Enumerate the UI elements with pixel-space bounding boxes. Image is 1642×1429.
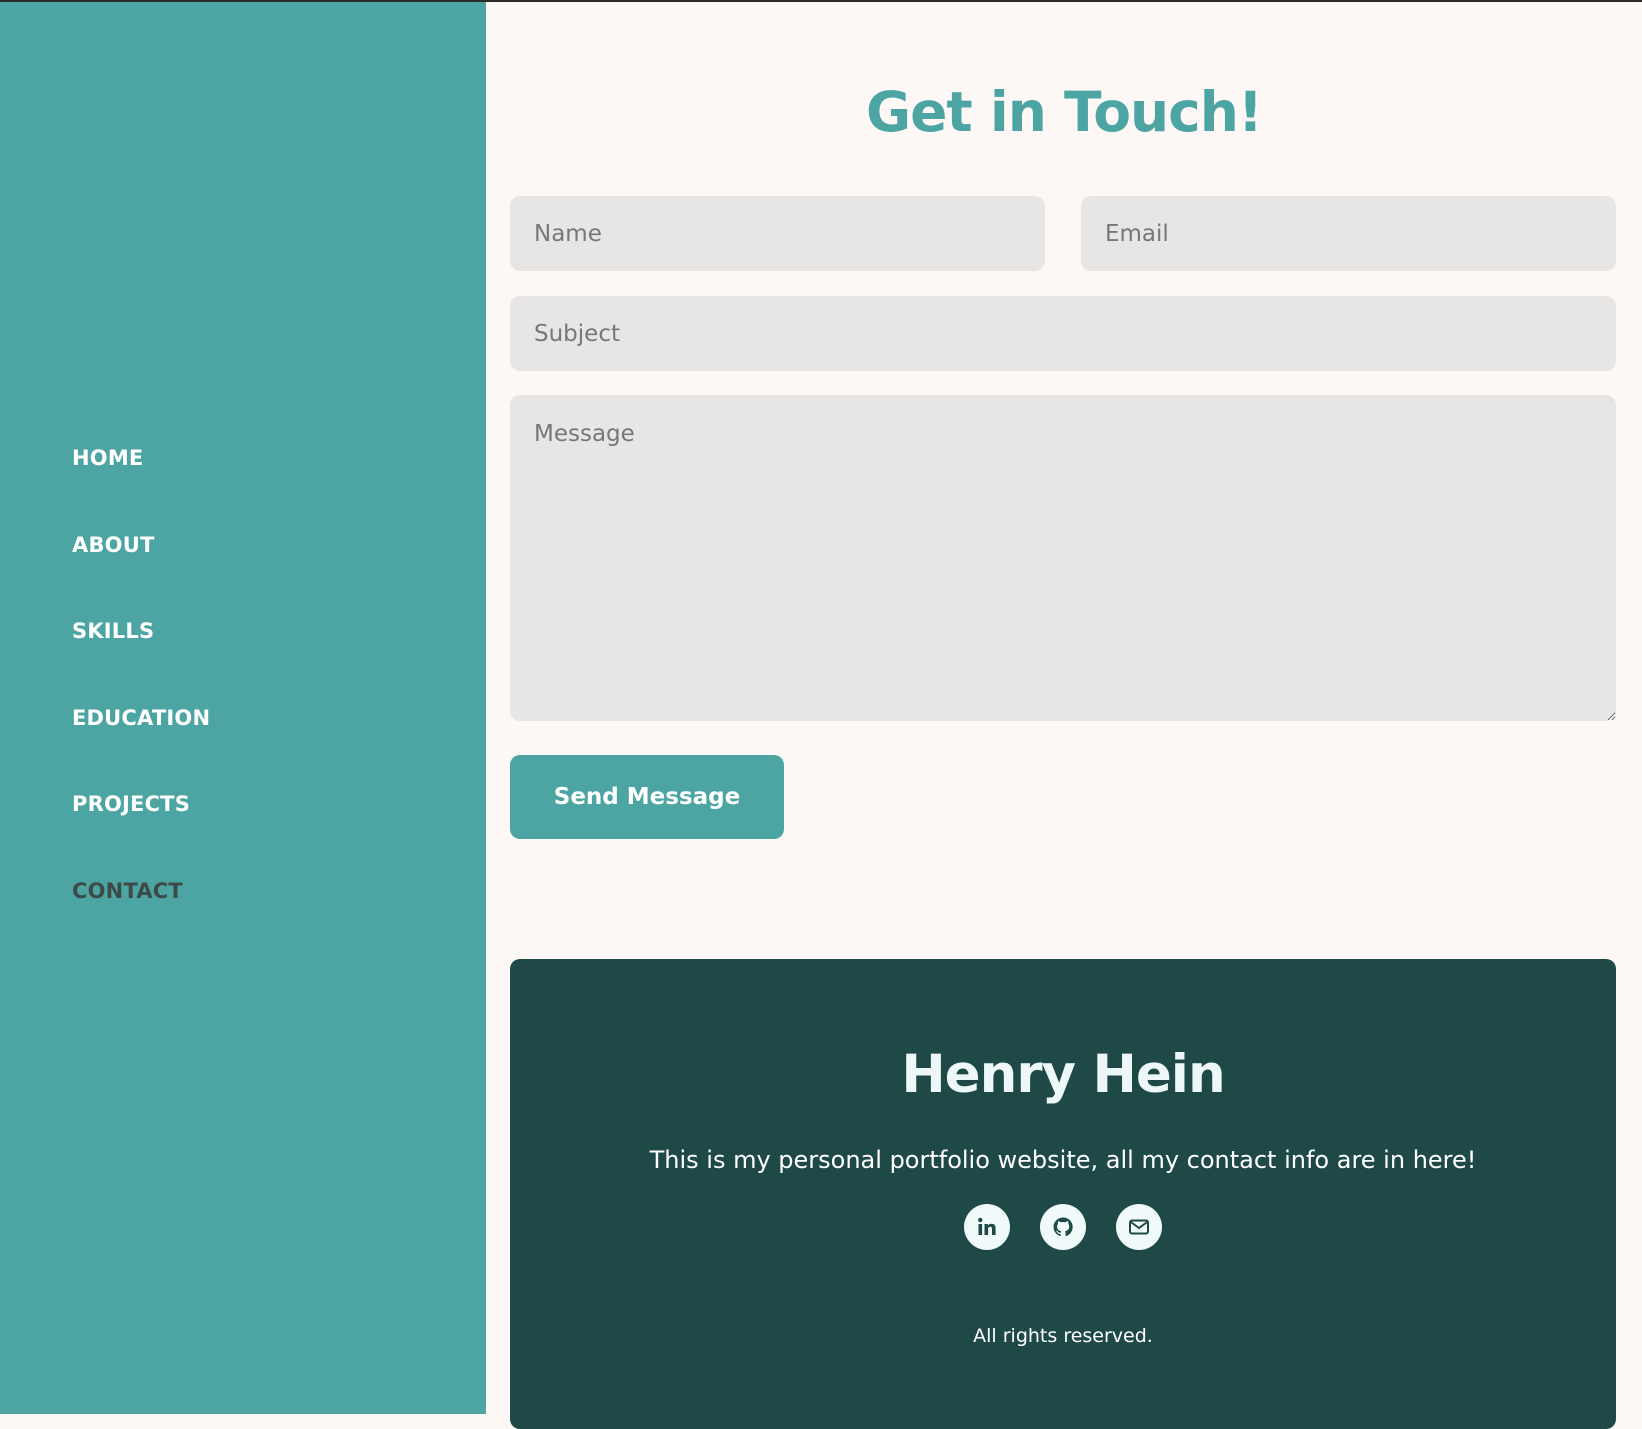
sidebar-nav: HOME ABOUT SKILLS EDUCATION PROJECTS CON… <box>72 448 210 968</box>
nav-item-education[interactable]: EDUCATION <box>72 707 210 795</box>
subject-input[interactable] <box>510 296 1616 371</box>
linkedin-icon <box>975 1215 999 1239</box>
email-input[interactable] <box>1081 196 1616 271</box>
copyright-text: All rights reserved. <box>973 1325 1153 1347</box>
top-border <box>0 0 1642 2</box>
name-input[interactable] <box>510 196 1045 271</box>
main-content: Get in Touch! Send Message Henry Hein Th… <box>486 0 1642 1429</box>
nav-item-projects[interactable]: PROJECTS <box>72 794 210 881</box>
send-message-button[interactable]: Send Message <box>510 755 784 839</box>
email-link[interactable] <box>1116 1204 1162 1250</box>
mail-icon <box>1127 1215 1151 1239</box>
nav-item-contact[interactable]: CONTACT <box>72 881 210 968</box>
footer-name: Henry Hein <box>901 1044 1225 1105</box>
github-icon <box>1051 1215 1075 1239</box>
nav-item-about[interactable]: ABOUT <box>72 534 210 622</box>
nav-item-home[interactable]: HOME <box>72 448 210 535</box>
linkedin-link[interactable] <box>964 1204 1010 1250</box>
sidebar: HOME ABOUT SKILLS EDUCATION PROJECTS CON… <box>0 0 486 1414</box>
social-links <box>510 1204 1616 1250</box>
contact-heading: Get in Touch! <box>865 80 1263 144</box>
github-link[interactable] <box>1040 1204 1086 1250</box>
footer-tagline: This is my personal portfolio website, a… <box>649 1146 1477 1174</box>
footer: Henry Hein This is my personal portfolio… <box>510 959 1616 1429</box>
nav-item-skills[interactable]: SKILLS <box>72 621 210 708</box>
message-textarea[interactable] <box>510 395 1616 721</box>
